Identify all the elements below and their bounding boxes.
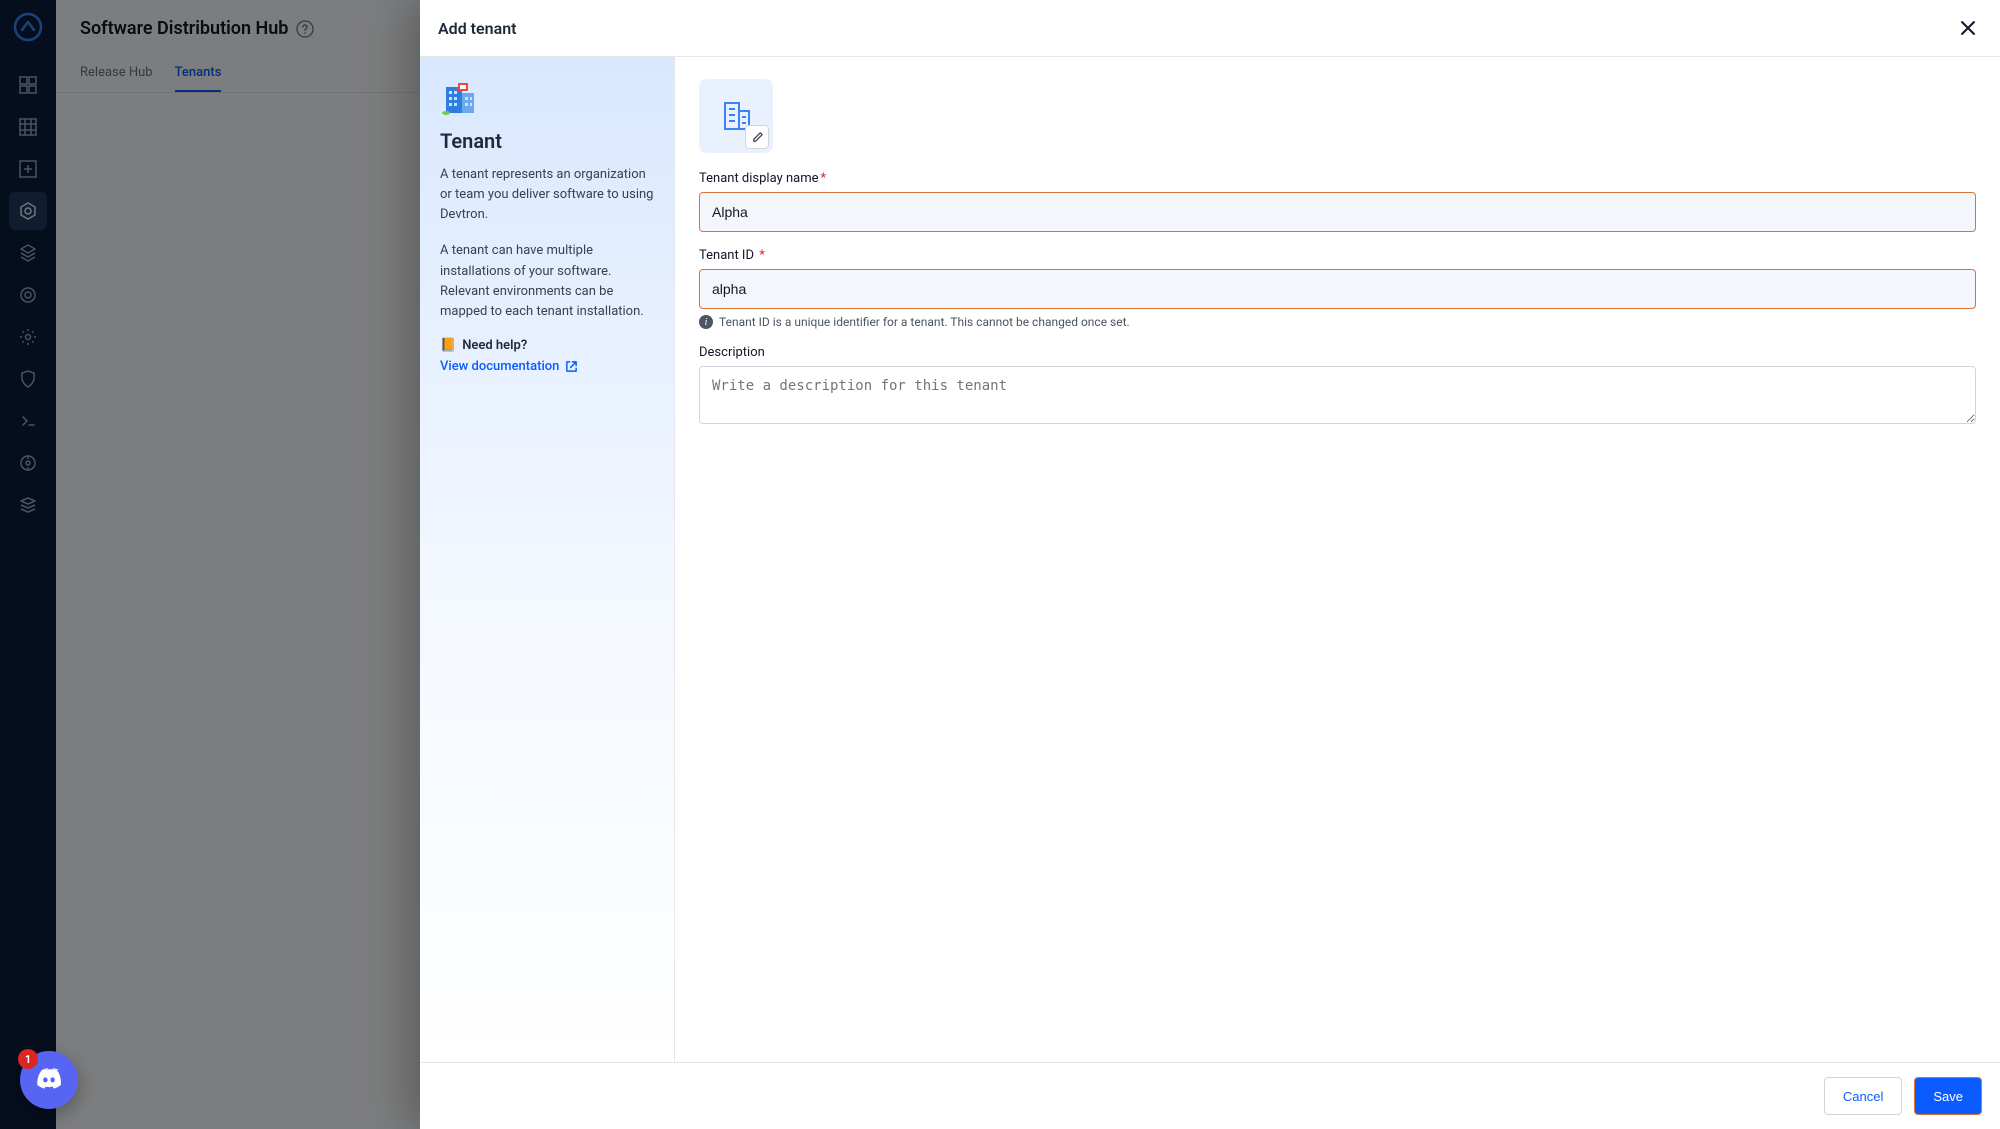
tenant-id-hint-text: Tenant ID is a unique identifier for a t… [719, 315, 1130, 329]
drawer-body: Tenant A tenant represents an organizati… [420, 57, 2000, 1062]
tenant-id-hint: i Tenant ID is a unique identifier for a… [699, 315, 1976, 329]
nav-security[interactable] [9, 360, 47, 398]
nav-settings[interactable] [9, 318, 47, 356]
nav-dashboard[interactable] [9, 66, 47, 104]
nav-grid[interactable] [9, 108, 47, 146]
info-paragraph-1: A tenant represents an organization or t… [440, 165, 654, 225]
external-link-icon [565, 360, 578, 373]
pencil-icon [751, 131, 764, 144]
display-name-field: Tenant display name* [699, 171, 1976, 232]
nav-target[interactable] [9, 276, 47, 314]
nav-registry[interactable] [9, 234, 47, 272]
display-name-label: Tenant display name* [699, 171, 1976, 186]
cancel-button[interactable]: Cancel [1824, 1077, 1902, 1115]
close-icon [1959, 19, 1977, 37]
nav-stacks[interactable] [9, 486, 47, 524]
required-asterisk: * [821, 171, 827, 186]
description-input[interactable] [699, 366, 1976, 424]
info-panel: Tenant A tenant represents an organizati… [420, 57, 675, 1062]
nav-distribution[interactable] [9, 192, 47, 230]
nav-add-panel[interactable] [9, 150, 47, 188]
discord-fab[interactable]: 1 [20, 1051, 78, 1109]
nav-rail [0, 0, 56, 1129]
required-asterisk: * [759, 248, 765, 263]
info-heading: Tenant [440, 129, 654, 153]
app-root: Software Distribution Hub Release Hub Te… [0, 0, 2000, 1129]
edit-avatar-button[interactable] [745, 125, 769, 149]
tab-release-hub[interactable]: Release Hub [80, 57, 153, 92]
info-icon: i [699, 315, 713, 329]
tenant-id-field: Tenant ID * i Tenant ID is a unique iden… [699, 248, 1976, 329]
discord-badge: 1 [18, 1049, 38, 1069]
view-documentation-link[interactable]: View documentation [440, 359, 654, 374]
app-logo[interactable] [11, 10, 45, 44]
view-documentation-text: View documentation [440, 359, 559, 374]
drawer-header: Add tenant [420, 0, 2000, 57]
form-panel: Tenant display name* Tenant ID * i Tenan… [675, 57, 2000, 1062]
tenant-id-input[interactable] [699, 269, 1976, 309]
discord-icon [33, 1067, 65, 1093]
tenant-avatar [699, 79, 773, 153]
display-name-input[interactable] [699, 192, 1976, 232]
description-field: Description [699, 345, 1976, 428]
tenant-illustration-icon [440, 77, 482, 119]
tenant-id-label-text: Tenant ID [699, 248, 754, 263]
description-label: Description [699, 345, 1976, 360]
need-help-text: Need help? [462, 338, 527, 353]
close-button[interactable] [1954, 14, 1982, 42]
drawer-footer: Cancel Save [420, 1062, 2000, 1129]
page-title: Software Distribution Hub [80, 18, 288, 39]
nav-terminal[interactable] [9, 402, 47, 440]
info-paragraph-2: A tenant can have multiple installations… [440, 241, 654, 322]
nav-operations[interactable] [9, 444, 47, 482]
help-icon[interactable] [296, 20, 314, 38]
display-name-label-text: Tenant display name [699, 171, 819, 186]
save-button[interactable]: Save [1914, 1077, 1982, 1115]
add-tenant-drawer: Add tenant [420, 0, 2000, 1129]
tenant-id-label: Tenant ID * [699, 248, 1976, 263]
need-help-label: 📙 Need help? [440, 338, 654, 353]
tab-tenants[interactable]: Tenants [175, 57, 222, 92]
drawer-title: Add tenant [438, 19, 517, 38]
book-icon: 📙 [440, 338, 456, 353]
